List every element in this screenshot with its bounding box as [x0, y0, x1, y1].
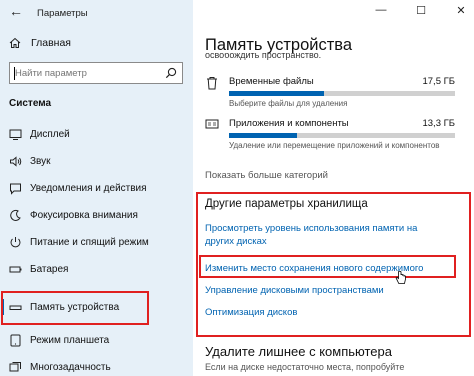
cleanup-section-title: Удалите лишнее с компьютера	[205, 344, 392, 359]
sidebar-item-label: Фокусировка внимания	[30, 210, 138, 221]
sidebar-home[interactable]: Главная	[9, 37, 71, 49]
close-icon[interactable]: ✕	[454, 4, 468, 17]
sidebar-item-power[interactable]: Питание и спящий режим	[0, 229, 193, 256]
trash-icon	[207, 77, 217, 90]
usage-bar	[229, 91, 455, 96]
sidebar-item-label: Многозадачность	[30, 362, 111, 373]
sidebar-item-label: Дисплей	[30, 129, 70, 140]
link-manage-storage-spaces[interactable]: Управление дисковыми пространствами	[205, 284, 384, 297]
storage-item-name: Приложения и компоненты	[229, 118, 349, 129]
tablet-icon	[10, 334, 21, 347]
cleanup-section-text: Если на диске недостаточно места, попроб…	[205, 362, 405, 372]
sidebar-item-label: Уведомления и действия	[30, 183, 147, 194]
storage-item-name: Временные файлы	[229, 76, 314, 87]
storage-item-size: 17,5 ГБ	[422, 76, 455, 87]
display-icon	[9, 129, 22, 140]
apps-icon	[205, 119, 219, 129]
search-icon[interactable]	[165, 67, 177, 79]
search-input[interactable]	[10, 63, 160, 84]
sidebar-item-multitasking[interactable]: Многозадачность	[0, 354, 193, 376]
usage-bar-fill	[229, 133, 297, 138]
text-caret	[14, 67, 15, 80]
sidebar-item-display[interactable]: Дисплей	[0, 121, 193, 148]
link-view-other-drives[interactable]: Просмотреть уровень использования памяти…	[205, 222, 445, 248]
sidebar-item-sound[interactable]: Звук	[0, 148, 193, 175]
link-optimize-drives[interactable]: Оптимизация дисков	[205, 306, 297, 319]
sound-icon	[10, 156, 22, 167]
title-bar: ← Параметры — ☐ ✕	[0, 0, 474, 28]
sidebar-item-label: Питание и спящий режим	[30, 237, 149, 248]
power-icon	[10, 237, 21, 248]
highlight-box-storage	[1, 291, 149, 325]
sidebar-item-label: Режим планшета	[30, 335, 110, 346]
sidebar-item-battery[interactable]: Батарея	[0, 256, 193, 283]
usage-bar-fill	[229, 91, 324, 96]
link-change-save-location[interactable]: Изменить место сохранения нового содержи…	[205, 262, 423, 275]
show-more-categories-link[interactable]: Показать больше категорий	[205, 170, 328, 181]
sidebar-item-tablet[interactable]: Режим планшета	[0, 327, 193, 354]
multitasking-icon	[9, 362, 21, 372]
minimize-icon[interactable]: —	[374, 4, 388, 17]
sidebar-item-focus[interactable]: Фокусировка внимания	[0, 202, 193, 229]
sidebar-item-label: Батарея	[30, 264, 69, 275]
storage-item-desc: Удаление или перемещение приложений и ко…	[229, 141, 440, 150]
home-label: Главная	[31, 37, 71, 49]
maximize-icon[interactable]: ☐	[414, 4, 428, 17]
clipped-description: освобождить пространство.	[205, 53, 322, 60]
notifications-icon	[10, 183, 21, 195]
battery-icon	[9, 266, 22, 273]
search-box[interactable]	[9, 62, 183, 84]
back-arrow-icon[interactable]: ←	[9, 3, 23, 19]
window-controls: — ☐ ✕	[374, 4, 468, 17]
hand-cursor-icon	[395, 271, 406, 284]
section-heading: Система	[9, 98, 52, 109]
storage-item-size: 13,3 ГБ	[422, 118, 455, 129]
focus-icon	[10, 209, 21, 221]
sidebar-item-label: Звук	[30, 156, 51, 167]
storage-item-desc: Выберите файлы для удаления	[229, 99, 348, 108]
other-settings-title: Другие параметры хранилища	[205, 198, 368, 210]
sidebar-item-notifications[interactable]: Уведомления и действия	[0, 175, 193, 202]
usage-bar	[229, 133, 455, 138]
window-title: Параметры	[37, 8, 88, 19]
home-icon	[9, 37, 21, 48]
